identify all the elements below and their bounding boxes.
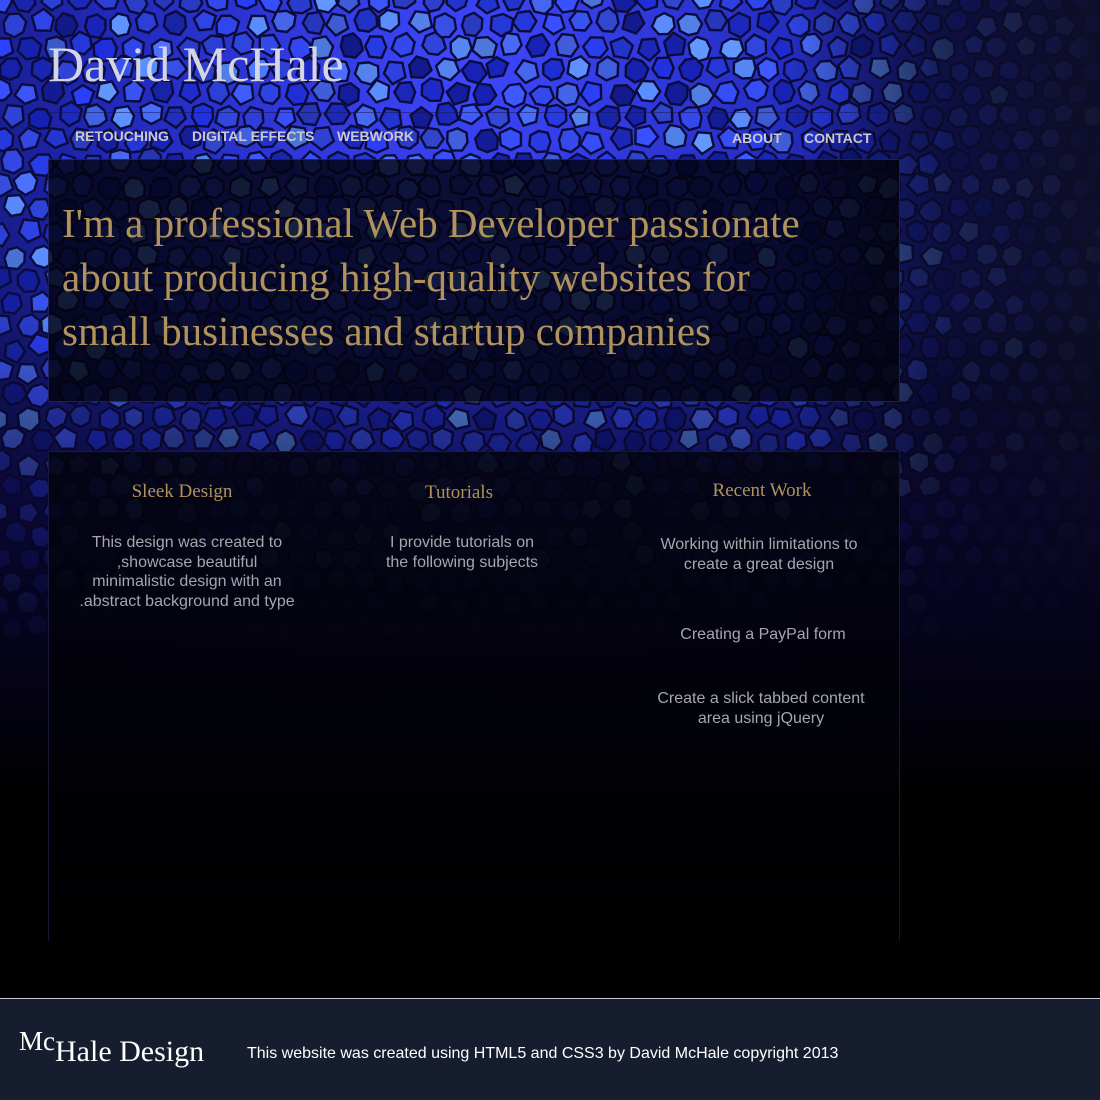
recent-work-item[interactable]: Working within limitations to create a g… — [629, 535, 889, 574]
features-panel: Sleek Design This design was created to … — [48, 451, 900, 941]
footer-logo-mc: Mc — [19, 1026, 55, 1056]
footer-logo-rest: Hale Design — [55, 1035, 205, 1068]
nav-link-contact[interactable]: CONTACT — [804, 130, 871, 146]
hero-statement: I'm a professional Web Developer passion… — [62, 200, 800, 354]
hero-panel: I'm a professional Web Developer passion… — [48, 159, 900, 402]
column-text-sleek-design: This design was created to ,showcase bea… — [79, 534, 295, 610]
page: David McHale RETOUCHING DIGITAL EFFECTS … — [0, 0, 1100, 1100]
footer-credit: This website was created using HTML5 and… — [247, 1045, 839, 1062]
recent-work-item[interactable]: Creating a PayPal form — [633, 625, 893, 645]
column-heading-tutorials: Tutorials — [425, 482, 493, 503]
column-text-tutorials: I provide tutorials on the following sub… — [385, 534, 539, 571]
nav-link-about[interactable]: ABOUT — [732, 130, 782, 146]
footer: McHale Design This website was created u… — [0, 998, 1100, 1100]
site-title: David McHale — [48, 36, 344, 92]
main-nav: RETOUCHING DIGITAL EFFECTS WEBWORK ABOUT… — [48, 112, 900, 160]
footer-logo: McHale Design — [19, 1024, 204, 1068]
column-heading-recent-work: Recent Work — [712, 480, 812, 501]
recent-work-item[interactable]: Create a slick tabbed content area using… — [631, 689, 891, 728]
nav-link-retouching[interactable]: RETOUCHING — [75, 128, 169, 144]
nav-link-digital-effects[interactable]: DIGITAL EFFECTS — [192, 128, 314, 144]
column-heading-sleek-design: Sleek Design — [131, 481, 233, 502]
nav-link-webwork[interactable]: WEBWORK — [337, 128, 414, 144]
